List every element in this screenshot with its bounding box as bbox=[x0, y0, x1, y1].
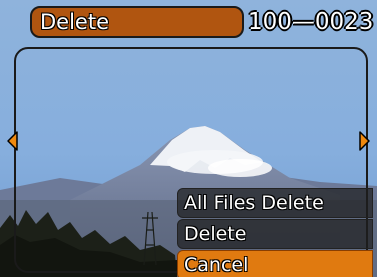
camera-screen: Delete 100—0023 All Files Delete Delete … bbox=[0, 0, 377, 277]
menu-item-delete[interactable]: Delete bbox=[177, 219, 373, 249]
delete-menu: All Files Delete Delete Cancel bbox=[177, 188, 373, 277]
arrow-left-icon[interactable] bbox=[6, 130, 19, 152]
arrow-right-icon[interactable] bbox=[358, 130, 371, 152]
menu-item-cancel[interactable]: Cancel bbox=[177, 250, 373, 277]
mode-label: Delete bbox=[30, 6, 244, 38]
file-number: 100—0023 bbox=[248, 9, 374, 35]
menu-item-all-files-delete[interactable]: All Files Delete bbox=[177, 188, 373, 218]
